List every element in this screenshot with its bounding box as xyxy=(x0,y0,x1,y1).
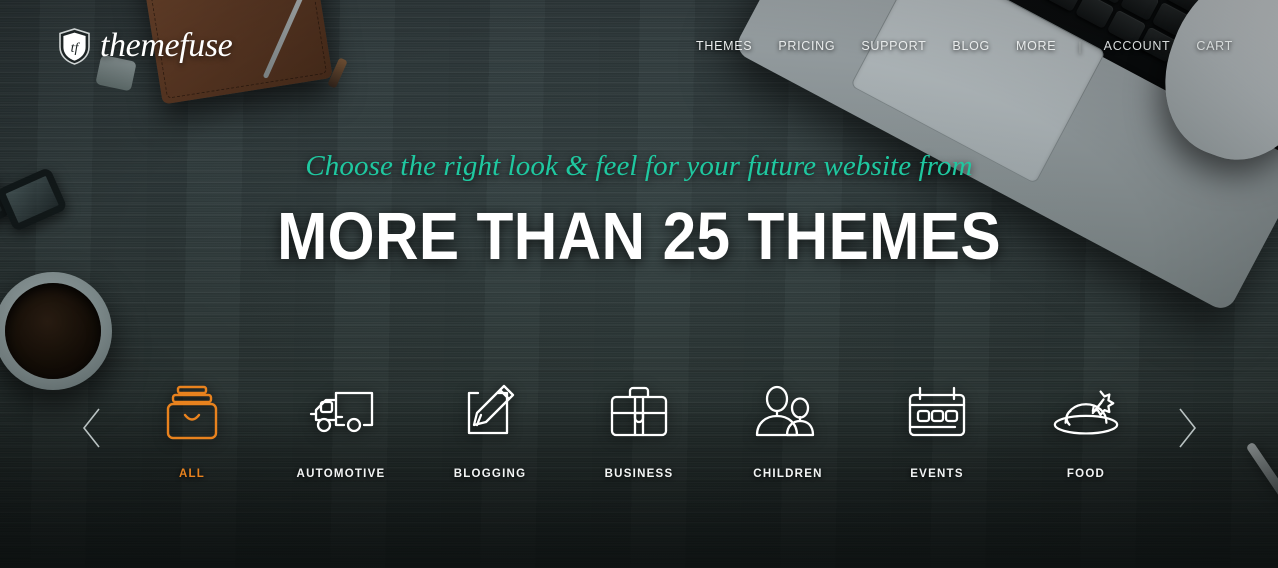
carousel-prev-button[interactable] xyxy=(66,382,118,478)
two-people-icon xyxy=(752,382,824,444)
category-carousel: ALL AUTOMOTIVE BLOGGING BUSINESS CHILDRE… xyxy=(0,382,1278,480)
truck-icon xyxy=(305,382,377,444)
nav-item-pricing[interactable]: PRICING xyxy=(765,33,848,59)
briefcase-icon xyxy=(603,382,675,444)
nav-item-support[interactable]: SUPPORT xyxy=(848,33,939,59)
category-label: BLOGGING xyxy=(453,468,527,480)
pencil-notepad-icon xyxy=(454,382,526,444)
nav-item-blog[interactable]: BLOG xyxy=(939,33,1003,59)
category-label: CHILDREN xyxy=(753,468,823,480)
category-item-food[interactable]: FOOD xyxy=(1012,382,1161,480)
category-item-business[interactable]: BUSINESS xyxy=(565,382,714,480)
roast-platter-icon xyxy=(1050,382,1122,444)
nav-item-themes[interactable]: THEMES xyxy=(683,33,765,59)
category-label: EVENTS xyxy=(910,468,964,480)
nav-item-cart[interactable]: CART xyxy=(1183,33,1246,59)
category-item-events[interactable]: EVENTS xyxy=(863,382,1012,480)
hero-text-block: Choose the right look & feel for your fu… xyxy=(0,150,1278,270)
nav-divider: | xyxy=(1078,38,1082,54)
chevron-left-icon xyxy=(80,406,104,455)
site-header: tf themefuse THEMES PRICING SUPPORT BLOG… xyxy=(0,0,1278,92)
category-item-all[interactable]: ALL xyxy=(118,382,267,480)
hero-subtitle: Choose the right look & feel for your fu… xyxy=(305,150,973,182)
site-logo[interactable]: tf themefuse xyxy=(58,27,233,65)
shield-icon: tf xyxy=(58,27,91,65)
category-label: FOOD xyxy=(1066,468,1106,480)
calendar-icon xyxy=(901,382,973,444)
category-label: BUSINESS xyxy=(604,468,674,480)
logo-wordmark: themefuse xyxy=(100,27,233,64)
carousel-next-button[interactable] xyxy=(1161,382,1213,478)
category-item-automotive[interactable]: AUTOMOTIVE xyxy=(267,382,416,480)
nav-item-account[interactable]: ACCOUNT xyxy=(1091,33,1184,59)
main-navigation: THEMES PRICING SUPPORT BLOG MORE | ACCOU… xyxy=(683,33,1250,59)
category-label: AUTOMOTIVE xyxy=(296,468,386,480)
category-label: ALL xyxy=(178,468,206,480)
category-list: ALL AUTOMOTIVE BLOGGING BUSINESS CHILDRE… xyxy=(118,382,1161,480)
hero-banner: tf themefuse THEMES PRICING SUPPORT BLOG… xyxy=(0,0,1278,568)
category-item-blogging[interactable]: BLOGGING xyxy=(416,382,565,480)
chevron-right-icon xyxy=(1175,406,1199,455)
stacked-boxes-icon xyxy=(156,382,228,444)
page-title: MORE THAN 25 THEMES xyxy=(277,199,1001,275)
category-item-children[interactable]: CHILDREN xyxy=(714,382,863,480)
nav-item-more[interactable]: MORE xyxy=(1003,33,1069,59)
